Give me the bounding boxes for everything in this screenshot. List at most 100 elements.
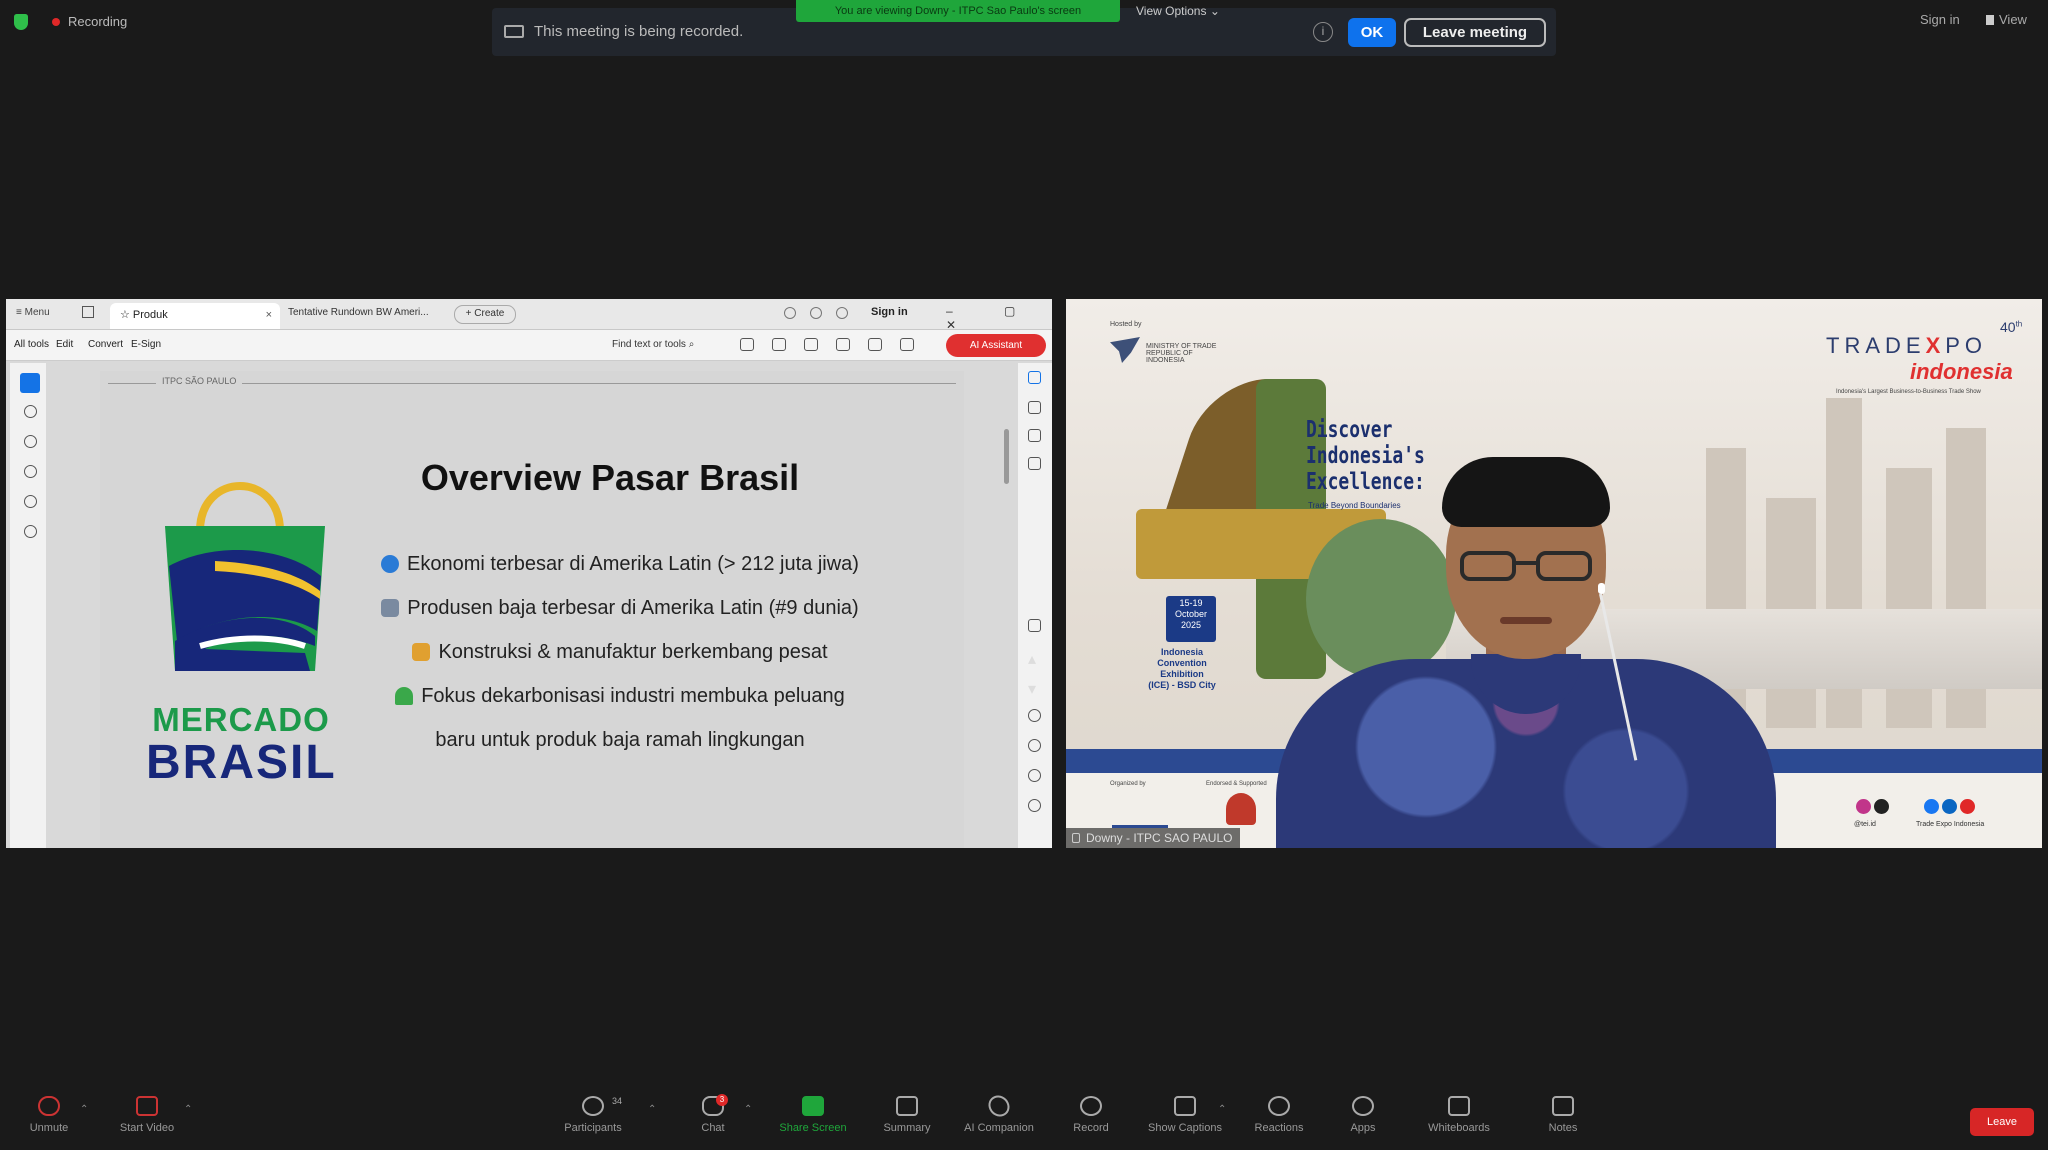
menu-esign[interactable]: E-Sign (131, 339, 161, 350)
start-video-button[interactable]: Start Video (102, 1096, 192, 1134)
leave-button[interactable]: Leave (1970, 1108, 2034, 1136)
glasses-right-lens (1536, 551, 1592, 581)
edition-suffix: th (2015, 319, 2023, 329)
attachments-panel-icon[interactable] (1028, 457, 1041, 470)
social-caption: @tei.id (1854, 821, 1876, 828)
chevron-down-icon: ⌄ (1209, 4, 1220, 18)
participants-icon (582, 1096, 604, 1116)
reactions-label: Reactions (1254, 1122, 1304, 1134)
security-shield-icon[interactable] (14, 14, 28, 30)
print-icon[interactable] (772, 338, 786, 351)
window-controls[interactable]: – ▢ ✕ (946, 304, 1052, 332)
zoom-out-icon[interactable] (1028, 799, 1041, 812)
tab-produk[interactable]: ☆ Produk × (110, 303, 280, 329)
pdf-page: ITPC SÃO PAULO MERCADO BRASIL Overview P… (100, 371, 964, 848)
show-captions-button[interactable]: Show Captions (1140, 1096, 1230, 1134)
venue-line: Indonesia (1160, 647, 1203, 657)
slide-bullet: Ekonomi terbesar di Amerika Latin (> 212… (360, 553, 880, 576)
ministry-logo: MINISTRY OF TRADE REPUBLIC OF INDONESIA (1110, 337, 1230, 364)
whiteboards-button[interactable]: Whiteboards (1414, 1096, 1504, 1134)
participant-name-label: Downy - ITPC SAO PAULO (1066, 828, 1241, 848)
reactions-button[interactable]: Reactions (1234, 1096, 1324, 1134)
speaker-video-tile[interactable]: Hosted by MINISTRY OF TRADE REPUBLIC OF … (1066, 299, 2042, 848)
highlight-tool-icon[interactable] (24, 435, 37, 448)
fit-page-icon[interactable] (1028, 739, 1041, 752)
info-icon[interactable]: i (1313, 22, 1333, 42)
zoom-in-icon[interactable] (1028, 769, 1041, 782)
video-off-icon (136, 1096, 158, 1116)
pages-panel-icon[interactable] (1028, 371, 1041, 384)
comment-icon[interactable] (836, 338, 850, 351)
email-icon[interactable] (804, 338, 818, 351)
notification-icon[interactable] (810, 307, 822, 319)
slide-bullet-text: baru untuk produk baja ramah lingkungan (435, 729, 805, 751)
chat-unread-badge: 3 (716, 1094, 728, 1106)
captions-caret[interactable]: ⌃ (1218, 1104, 1226, 1115)
menu-all-tools[interactable]: All tools (14, 339, 49, 350)
slide-bullet: Produsen baja terbesar di Amerika Latin … (360, 597, 880, 620)
close-tab-icon[interactable]: × (266, 303, 272, 327)
browser-menu-button[interactable]: ≡ Menu (16, 307, 50, 318)
chat-caret[interactable]: ⌃ (744, 1104, 752, 1115)
help-icon[interactable] (784, 307, 796, 319)
apps-button[interactable]: Apps (1318, 1096, 1408, 1134)
start-video-label: Start Video (119, 1122, 175, 1134)
view-button[interactable]: View (1986, 12, 2027, 27)
tab-rundown[interactable]: Tentative Rundown BW Ameri... (288, 307, 429, 318)
page-up-icon[interactable]: ▴ (1028, 649, 1041, 668)
whiteboard-icon (1448, 1096, 1470, 1116)
chat-button[interactable]: Chat (668, 1096, 758, 1134)
bookmarks-panel-icon[interactable] (1028, 429, 1041, 442)
thumbnail-icon[interactable] (740, 338, 754, 351)
ok-button[interactable]: OK (1348, 18, 1396, 47)
comments-panel-icon[interactable] (1028, 401, 1041, 414)
participants-caret[interactable]: ⌃ (648, 1104, 656, 1115)
link-icon[interactable] (868, 338, 882, 351)
summary-button[interactable]: Summary (862, 1096, 952, 1134)
view-options-dropdown[interactable]: View Options ⌄ (1136, 4, 1220, 18)
hosted-by-label: Hosted by (1110, 321, 1142, 328)
slide-bullet: Konstruksi & manufaktur berkembang pesat (360, 641, 880, 664)
create-tab-button[interactable]: + Create (454, 305, 516, 324)
logo-text-brasil: BRASIL (146, 736, 337, 789)
trade-expo-indonesia: indonesia (1910, 359, 2013, 384)
home-icon[interactable] (82, 306, 94, 318)
text-tool-icon[interactable] (24, 495, 37, 508)
audio-options-caret[interactable]: ⌃ (80, 1104, 88, 1115)
participants-button[interactable]: Participants (548, 1096, 638, 1134)
share-screen-button[interactable]: Share Screen (768, 1096, 858, 1134)
apps-grid-icon[interactable] (836, 307, 848, 319)
video-options-caret[interactable]: ⌃ (184, 1104, 192, 1115)
ai-assistant-button[interactable]: AI Assistant (946, 334, 1046, 357)
draw-tool-icon[interactable] (24, 465, 37, 478)
trade-expo-tagline: Indonesia's Largest Business-to-Business… (1836, 389, 1981, 395)
facebook-icon (1924, 799, 1939, 814)
sidebar-toggle-icon[interactable] (900, 338, 914, 351)
stamp-tool-icon[interactable] (24, 525, 37, 538)
recording-message: This meeting is being recorded. (534, 23, 744, 40)
record-button[interactable]: Record (1046, 1096, 1136, 1134)
microphone-muted-icon (38, 1096, 60, 1116)
browser-sign-in[interactable]: Sign in (871, 306, 908, 318)
ai-companion-button[interactable]: AI Companion (954, 1091, 1044, 1134)
page-number-box[interactable] (1028, 619, 1041, 632)
unmute-button[interactable]: Unmute (4, 1096, 94, 1134)
participant-count: 34 (612, 1096, 623, 1106)
select-tool-icon[interactable] (20, 373, 40, 393)
leave-meeting-button[interactable]: Leave meeting (1404, 18, 1546, 47)
notes-button[interactable]: Notes (1518, 1096, 1608, 1134)
share-screen-label: Share Screen (779, 1122, 847, 1134)
find-tools-search[interactable]: Find text or tools ⌕ (612, 339, 694, 350)
zoom-in-tool-icon[interactable] (24, 405, 37, 418)
page-scrollbar[interactable] (1004, 429, 1009, 484)
show-captions-label: Show Captions (1148, 1122, 1222, 1134)
slide-bullet: Fokus dekarbonisasi industri membuka pel… (360, 685, 880, 708)
sign-in-link[interactable]: Sign in (1920, 12, 1960, 27)
rotate-icon[interactable] (1028, 709, 1041, 722)
recording-dot-icon (52, 18, 60, 26)
menu-convert[interactable]: Convert (88, 339, 123, 350)
page-down-icon[interactable]: ▾ (1028, 679, 1041, 698)
menu-edit[interactable]: Edit (56, 339, 73, 350)
pdf-tool-icons (740, 338, 914, 351)
slide-bullet-text: Produsen baja terbesar di Amerika Latin … (407, 597, 859, 619)
